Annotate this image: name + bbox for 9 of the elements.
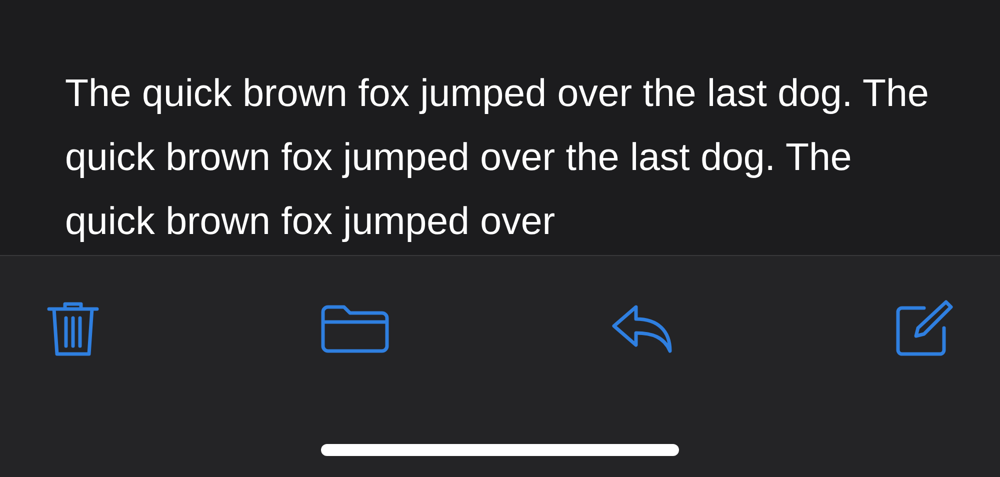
folder-button[interactable]: [320, 304, 390, 354]
trash-icon: [46, 300, 100, 358]
message-text: The quick brown fox jumped over the last dog. The quick brown fox jumped over the last dog. The quick brown fox jumped over: [65, 71, 930, 245]
reply-icon: [610, 304, 674, 354]
reply-button[interactable]: [610, 304, 674, 354]
folder-icon: [320, 304, 390, 354]
compose-icon: [894, 300, 954, 358]
trash-button[interactable]: [46, 300, 100, 358]
compose-button[interactable]: [894, 300, 954, 358]
